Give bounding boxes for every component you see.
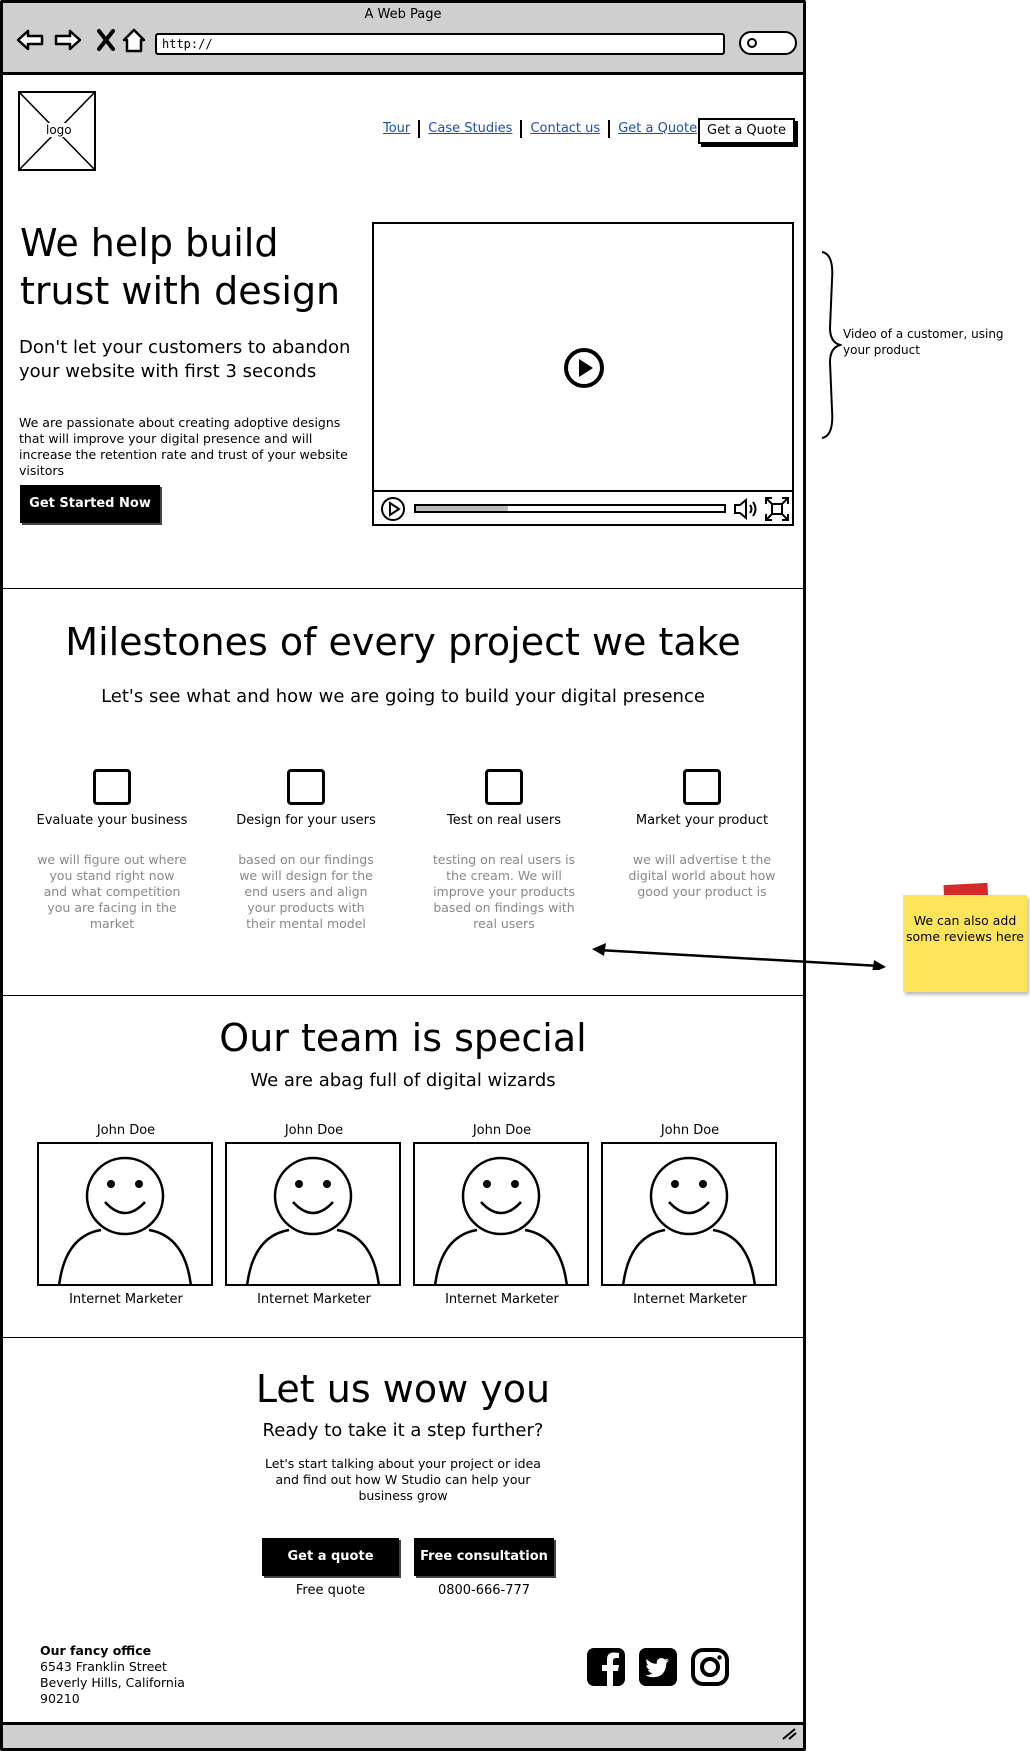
avatar — [37, 1142, 213, 1286]
small-play-icon[interactable] — [380, 496, 406, 526]
milestones-subtitle: Let's see what and how we are going to b… — [101, 686, 705, 707]
volume-icon[interactable] — [732, 496, 760, 526]
checkbox-icon — [93, 769, 131, 805]
address-line: 90210 — [40, 1691, 80, 1706]
office-address: Our fancy office 6543 Franklin Street Be… — [40, 1643, 185, 1707]
main-nav: Tour Case Studies Contact us Get a Quote — [375, 120, 705, 138]
get-a-quote-cta-button[interactable]: Get a quote — [262, 1538, 399, 1576]
milestone-label: Evaluate your business — [36, 813, 188, 828]
video-progress-bar[interactable] — [414, 504, 726, 513]
milestone-desc: we will figure out where you stand right… — [37, 852, 187, 931]
checkbox-icon — [683, 769, 721, 805]
section-divider — [3, 995, 803, 996]
video-progress-fill — [416, 506, 509, 511]
video-annotation: Video of a customer, using your product — [843, 327, 1004, 357]
back-icon[interactable] — [15, 25, 45, 55]
wow-body: Let's start talking about your project o… — [265, 1456, 541, 1503]
team-member-card: John Doe Internet Marketer — [413, 1123, 591, 1307]
logo[interactable]: logo — [18, 91, 96, 171]
forward-icon[interactable] — [53, 25, 83, 55]
nav-contact-us[interactable]: Contact us — [522, 120, 611, 138]
play-icon[interactable] — [563, 347, 605, 393]
logo-label: logo — [44, 123, 74, 137]
video-controls — [374, 490, 792, 524]
phone-number: 0800-666-777 — [437, 1583, 531, 1598]
member-role: Internet Marketer — [69, 1292, 183, 1307]
facebook-icon[interactable] — [586, 1647, 626, 1687]
resize-grip-icon[interactable] — [781, 1726, 797, 1744]
milestone-item: Market your product we will advertise t … — [617, 769, 787, 900]
milestone-desc: based on our findings we will design for… — [238, 852, 374, 931]
browser-search[interactable] — [739, 31, 797, 55]
team-member-card: John Doe Internet Marketer — [225, 1123, 403, 1307]
section-divider — [3, 1337, 803, 1338]
team-subtitle: We are abag full of digital wizards — [250, 1070, 556, 1091]
team-member-card: John Doe Internet Marketer — [601, 1123, 779, 1307]
member-role: Internet Marketer — [257, 1292, 371, 1307]
address-line: 6543 Franklin Street — [40, 1659, 167, 1674]
browser-titlebar: A Web Page http:// — [3, 3, 803, 75]
free-consultation-button[interactable]: Free consultation — [414, 1538, 554, 1576]
member-name: John Doe — [284, 1123, 344, 1138]
browser-window: A Web Page http:// logo Tour Case Studie… — [0, 0, 806, 1751]
address-line: Beverly Hills, California — [40, 1675, 185, 1690]
url-input[interactable]: http:// — [155, 33, 725, 55]
search-icon — [747, 38, 757, 48]
milestone-item: Evaluate your business we will figure ou… — [27, 769, 197, 932]
smiley-avatar-icon — [58, 1156, 192, 1284]
close-icon[interactable] — [91, 25, 121, 55]
nav-get-a-quote[interactable]: Get a Quote — [610, 120, 705, 138]
hero-subtitle: Don't let your customers to abandon your… — [19, 337, 351, 382]
video-player[interactable] — [372, 222, 794, 526]
section-divider — [3, 588, 803, 589]
home-icon[interactable] — [119, 25, 149, 55]
instagram-icon[interactable] — [690, 1647, 730, 1687]
twitter-icon[interactable] — [638, 1647, 678, 1687]
member-name: John Doe — [472, 1123, 532, 1138]
milestone-desc: we will advertise t the digital world ab… — [628, 852, 776, 899]
smiley-avatar-icon — [622, 1156, 756, 1284]
browser-statusbar — [3, 1722, 803, 1748]
smiley-avatar-icon — [434, 1156, 568, 1284]
team-title: Our team is special — [219, 1016, 587, 1060]
nav-tour[interactable]: Tour — [375, 120, 421, 138]
member-name: John Doe — [660, 1123, 720, 1138]
get-started-button[interactable]: Get Started Now — [20, 485, 160, 523]
team-member-card: John Doe Internet Marketer — [37, 1123, 215, 1307]
hero-body: We are passionate about creating adoptiv… — [19, 415, 348, 478]
smiley-avatar-icon — [246, 1156, 380, 1284]
curly-brace-annotation — [820, 250, 844, 444]
get-a-quote-button[interactable]: Get a Quote — [698, 118, 795, 144]
arrow-connector — [590, 940, 890, 974]
milestones-title: Milestones of every project we take — [65, 620, 741, 664]
window-title: A Web Page — [364, 7, 442, 22]
wow-subtitle: Ready to take it a step further? — [262, 1420, 544, 1441]
avatar — [413, 1142, 589, 1286]
sticky-note: We can also add some reviews here — [903, 895, 1027, 992]
avatar — [601, 1142, 777, 1286]
hero-title: We help build trust with design — [20, 221, 341, 313]
wow-title: Let us wow you — [255, 1367, 551, 1411]
free-quote-caption: Free quote — [295, 1583, 366, 1598]
milestone-label: Market your product — [635, 813, 769, 828]
member-name: John Doe — [96, 1123, 156, 1138]
milestone-label: Design for your users — [236, 813, 376, 828]
checkbox-icon — [287, 769, 325, 805]
milestone-label: Test on real users — [447, 813, 561, 828]
avatar — [225, 1142, 401, 1286]
milestone-desc: testing on real users is the cream. We w… — [432, 852, 576, 931]
office-title: Our fancy office — [40, 1643, 152, 1658]
nav-case-studies[interactable]: Case Studies — [420, 120, 523, 138]
member-role: Internet Marketer — [633, 1292, 747, 1307]
checkbox-icon — [485, 769, 523, 805]
milestone-item: Test on real users testing on real users… — [419, 769, 589, 932]
milestone-item: Design for your users based on our findi… — [221, 769, 391, 932]
member-role: Internet Marketer — [445, 1292, 559, 1307]
fullscreen-icon[interactable] — [764, 496, 790, 526]
